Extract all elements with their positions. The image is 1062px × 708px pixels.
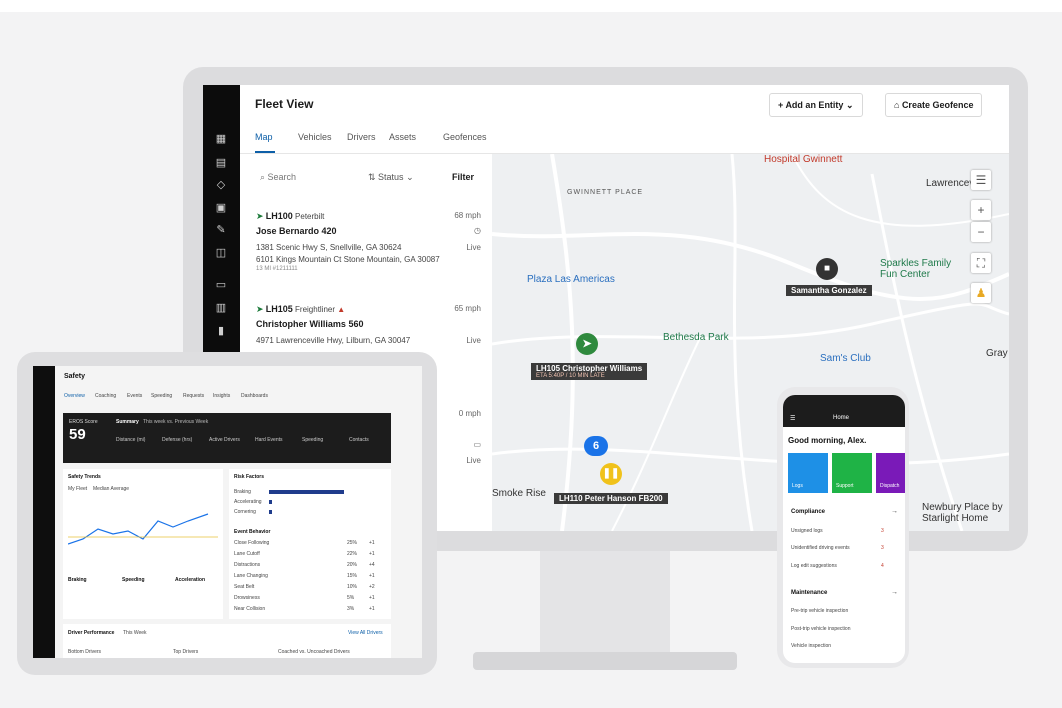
- fullscreen-icon[interactable]: ⛶: [971, 253, 991, 273]
- zoom-out-button[interactable]: −: [971, 222, 991, 242]
- tab-map[interactable]: Map: [255, 132, 273, 142]
- tab-assets[interactable]: Assets: [389, 132, 416, 142]
- greeting: Good morning, Alex.: [788, 436, 867, 445]
- tab-coaching[interactable]: Coaching: [95, 393, 116, 399]
- arrow-right-icon[interactable]: →: [891, 508, 898, 515]
- sort-icon: ⇅: [368, 172, 379, 182]
- list-item[interactable]: ➤ LH100 Peterbilt 68 mph Jose Bernardo 4…: [256, 211, 481, 281]
- navigation-arrow-icon: ➤: [256, 211, 264, 221]
- map-label-gwinnett-place: GWINNETT PLACE: [567, 189, 644, 196]
- create-geofence-button[interactable]: ⌂ Create Geofence: [885, 93, 983, 117]
- driver-tag[interactable]: Samantha Gonzalez: [786, 285, 872, 296]
- lock-icon[interactable]: ◫: [214, 247, 228, 259]
- shield-icon[interactable]: ◇: [214, 179, 228, 191]
- map-label-sparkles: Sparkles Family Fun Center: [880, 258, 952, 280]
- tablet-nav-rail: [33, 366, 55, 658]
- battery-icon: ▭: [473, 440, 481, 449]
- map-label-gray: Gray: [986, 348, 1008, 359]
- map-roads: [492, 154, 1009, 531]
- geofence-icon: ⌂: [894, 100, 902, 110]
- summary-card: EROS Score 59 Summary This week vs. Prev…: [63, 413, 391, 463]
- chart-icon[interactable]: ▮: [214, 325, 228, 337]
- chat-icon[interactable]: ▭: [214, 279, 228, 291]
- map-label-newbury: Newbury Place by Starlight Home: [922, 502, 1003, 524]
- support-tile[interactable]: Support: [832, 453, 872, 493]
- clock-icon: ◷: [474, 226, 481, 235]
- accel-bar: [269, 500, 272, 504]
- tab-geofences[interactable]: Geofences: [443, 132, 487, 142]
- trend-line: [68, 513, 218, 545]
- map-label-sams: Sam's Club: [820, 353, 871, 364]
- arrow-right-icon[interactable]: →: [891, 589, 898, 596]
- phone-header: [783, 395, 905, 427]
- safety-screen: Safety Overview Coaching Events Speeding…: [33, 366, 422, 658]
- status-dropdown[interactable]: ⇅ Status ⌄: [368, 172, 414, 183]
- tab-events[interactable]: Events: [127, 393, 142, 399]
- tab-dashboards[interactable]: Dashboards: [241, 393, 268, 399]
- warning-icon: ▲: [337, 305, 346, 314]
- map-label-plaza: Plaza Las Americas: [527, 274, 615, 285]
- menu-icon[interactable]: ☰: [790, 415, 795, 422]
- map-label-bethesda: Bethesda Park: [663, 332, 729, 343]
- filter-button[interactable]: Filter: [452, 172, 474, 182]
- monitor-stand: [540, 551, 670, 654]
- chevron-down-icon: ⌄: [845, 100, 854, 110]
- braking-bar: [269, 490, 344, 494]
- view-all-link[interactable]: View All Drivers: [348, 630, 383, 636]
- navigation-arrow-icon: ➤: [256, 304, 264, 314]
- add-entity-button[interactable]: + Add an Entity ⌄: [769, 93, 863, 117]
- phone-screen: ☰ Home Good morning, Alex. Logs Support …: [783, 395, 905, 663]
- layers-icon[interactable]: ☰: [971, 170, 991, 190]
- map-icon[interactable]: ▦: [214, 133, 228, 145]
- monitor-base: [473, 652, 737, 670]
- search-icon: ⌕: [260, 172, 268, 182]
- pause-icon[interactable]: ❚❚: [600, 463, 622, 485]
- safety-title: Safety: [64, 373, 86, 380]
- street-view-icon[interactable]: ♟: [971, 283, 991, 303]
- stop-marker[interactable]: ■: [816, 258, 838, 280]
- tab-overview[interactable]: Overview: [64, 393, 85, 399]
- lh105-tag[interactable]: LH105 Christopher Williams ETA 5:40P / 10…: [531, 363, 648, 380]
- safety-trends-card: Safety Trends My Fleet Median Average Br…: [63, 469, 223, 619]
- grid-icon[interactable]: ▣: [214, 202, 228, 214]
- search-input[interactable]: ⌕ Search: [260, 172, 296, 183]
- map-label-hospital: Hospital Gwinnett: [764, 154, 843, 165]
- corner-bar: [269, 510, 272, 514]
- cluster-marker[interactable]: 6: [584, 436, 608, 456]
- tab-vehicles[interactable]: Vehicles: [298, 132, 332, 142]
- map-view[interactable]: Hospital Gwinnett GWINNETT PLACE Lawrenc…: [492, 154, 1009, 531]
- score-value: 59: [69, 426, 86, 443]
- vehicle-marker[interactable]: ➤: [576, 333, 598, 355]
- document-icon[interactable]: ▤: [214, 157, 228, 169]
- logs-tile[interactable]: Logs: [788, 453, 828, 493]
- report-icon[interactable]: ▥: [214, 302, 228, 314]
- tab-drivers[interactable]: Drivers: [347, 132, 376, 142]
- driver-performance-card: Driver Performance This Week View All Dr…: [63, 624, 391, 658]
- zoom-in-button[interactable]: +: [971, 200, 991, 220]
- list-item[interactable]: ➤ LH105 Freightliner ▲ 65 mph Christophe…: [256, 304, 481, 349]
- risk-factors-card: Risk Factors Braking Accelerating Corner…: [229, 469, 391, 619]
- map-label-smoke-rise: Smoke Rise: [492, 488, 546, 499]
- tab-speeding[interactable]: Speeding: [151, 393, 172, 399]
- page-title: Fleet View: [255, 97, 314, 111]
- tab-requests[interactable]: Requests: [183, 393, 204, 399]
- top-band: [0, 0, 1062, 12]
- tab-insights[interactable]: Insights: [213, 393, 230, 399]
- lh110-tag[interactable]: LH110 Peter Hanson FB200: [554, 493, 668, 504]
- wrench-icon[interactable]: ✎: [214, 224, 228, 236]
- dispatch-tile[interactable]: Dispatch: [876, 453, 905, 493]
